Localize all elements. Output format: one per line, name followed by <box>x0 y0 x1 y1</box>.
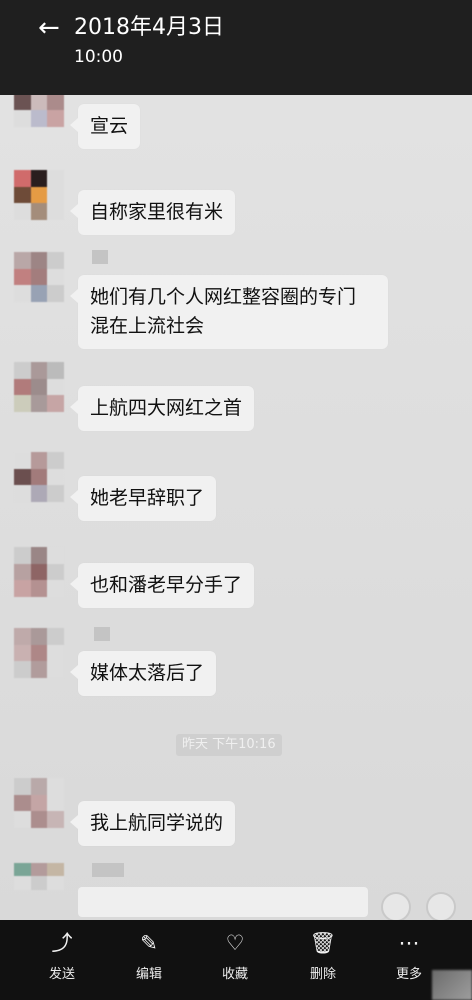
delete-button[interactable]: 🗑 删除 <box>293 930 353 984</box>
avatar[interactable] <box>14 170 64 220</box>
avatar[interactable] <box>14 778 64 828</box>
message-bubble[interactable]: 她们有几个人网红整容圈的专门 混在上流社会 <box>70 275 388 349</box>
avatar[interactable] <box>14 863 64 903</box>
favorite-button[interactable]: ♡ 收藏 <box>205 930 265 984</box>
partial-message-bubble <box>78 887 368 917</box>
forward-label: 发送 <box>48 967 75 982</box>
message-bubble[interactable]: 上航四大网红之首 <box>69 386 255 431</box>
forward-button[interactable]: ⤴ 发送 <box>32 930 92 984</box>
avatar[interactable] <box>14 628 64 678</box>
edit-label: 编辑 <box>135 967 162 982</box>
message-bubble[interactable]: 宣云 <box>69 104 141 149</box>
edit-icon: ✎ <box>140 931 158 955</box>
more-icon: ⋯ <box>398 931 420 955</box>
sender-name <box>92 250 108 264</box>
message-bubble[interactable]: 她老早辞职了 <box>69 476 217 521</box>
delete-label: 删除 <box>309 967 336 982</box>
avatar[interactable] <box>14 362 64 412</box>
message-bubble[interactable]: 媒体太落后了 <box>69 651 217 696</box>
heart-icon: ♡ <box>225 931 245 955</box>
avatar[interactable] <box>14 95 64 127</box>
sender-name <box>94 627 110 641</box>
message-bubble[interactable]: 也和潘老早分手了 <box>69 563 255 608</box>
avatar[interactable] <box>14 547 64 597</box>
favorite-label: 收藏 <box>221 967 248 982</box>
sender-name <box>92 863 124 877</box>
trash-icon: 🗑 <box>309 931 337 955</box>
bottom-action-bar: ⤴ 发送 ✎ 编辑 ♡ 收藏 🗑 删除 ⋯ 更多 <box>0 920 472 1000</box>
avatar[interactable] <box>14 452 64 502</box>
circle-button[interactable] <box>426 892 456 920</box>
circle-button[interactable] <box>381 892 411 920</box>
top-bar: ← 2018年4月3日 10:00 <box>0 0 472 95</box>
back-arrow-icon[interactable]: ← <box>38 14 60 42</box>
message-bubble[interactable]: 我上航同学说的 <box>69 801 236 846</box>
chat-history[interactable]: 宣云 自称家里很有米 她们有几个人网红整容圈的专门 混在上流社会 上航四大网红之… <box>0 95 472 920</box>
share-icon: ⤴ <box>51 931 73 955</box>
chat-record-title: 2018年4月3日 <box>74 15 224 40</box>
timestamp-divider: 昨天 下午10:16 <box>176 734 282 756</box>
edit-button[interactable]: ✎ 编辑 <box>119 930 179 984</box>
more-label: 更多 <box>395 967 422 982</box>
blurred-corner <box>432 970 472 1000</box>
more-button[interactable]: ⋯ 更多 <box>379 930 439 984</box>
avatar[interactable] <box>14 252 64 302</box>
message-bubble[interactable]: 自称家里很有米 <box>69 190 236 235</box>
chat-record-time: 10:00 <box>74 47 123 67</box>
